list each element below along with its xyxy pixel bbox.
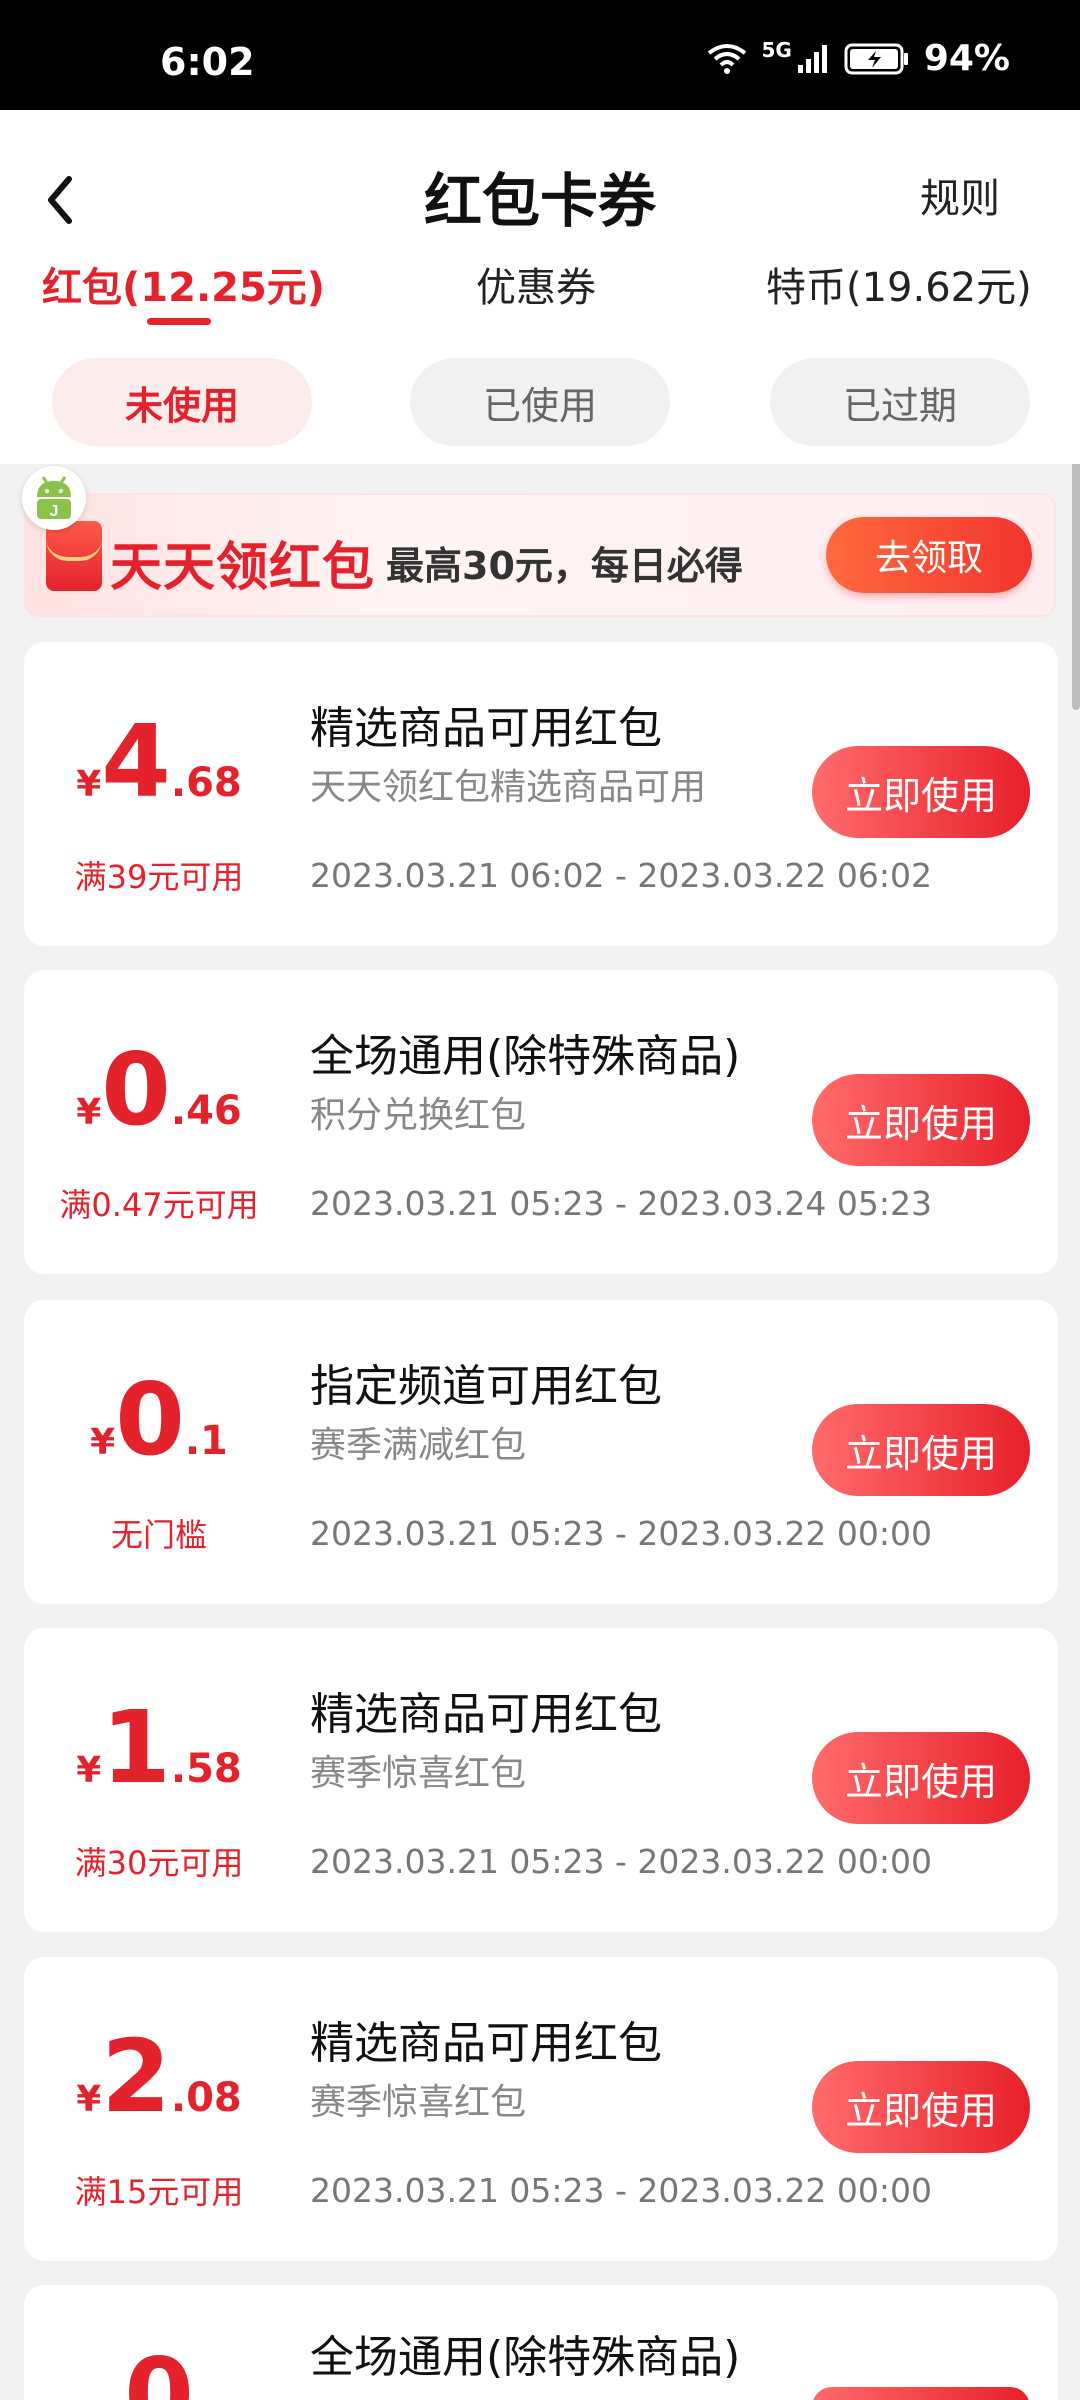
- coupon-title: 指定频道可用红包: [310, 1361, 662, 1412]
- coupon-card[interactable]: 0 全场通用(除特殊商品): [24, 2285, 1058, 2400]
- coupon-validity: 2023.03.21 05:23 - 2023.03.22 00:00: [310, 1514, 932, 1553]
- coupon-subtitle: 天天领红包精选商品可用: [310, 767, 707, 808]
- banner-subtitle: 最高30元，每日必得: [386, 544, 743, 588]
- page-title: 红包卡券: [423, 167, 656, 235]
- coupon-validity: 2023.03.21 05:23 - 2023.03.24 05:23: [310, 1184, 932, 1223]
- coupon-amount: ¥2.08: [24, 2027, 294, 2127]
- amount-decimal: .08: [170, 2075, 242, 2121]
- use-now-button[interactable]: 立即使用: [812, 746, 1030, 838]
- amount-decimal: .1: [184, 1418, 228, 1464]
- network-type: 5G: [761, 38, 792, 62]
- android-icon: J: [37, 476, 71, 520]
- coupon-threshold: 满0.47元可用: [59, 1186, 259, 1224]
- use-now-button[interactable]: 立即使用: [812, 1404, 1030, 1496]
- amount-integer: 0: [115, 1361, 185, 1478]
- svg-text:J: J: [50, 503, 59, 520]
- rules-link[interactable]: 规则: [920, 166, 1000, 224]
- amount-decimal: .68: [170, 760, 242, 806]
- coupon-validity: 2023.03.21 05:23 - 2023.03.22 00:00: [310, 2171, 932, 2210]
- claim-button[interactable]: 去领取: [826, 517, 1032, 593]
- filter-expired[interactable]: 已过期: [770, 358, 1030, 446]
- active-tab-indicator: [147, 318, 211, 325]
- tab-coupons[interactable]: 优惠券: [476, 255, 596, 313]
- filter-unused[interactable]: 未使用: [52, 358, 312, 446]
- coupon-title: 精选商品可用红包: [310, 1689, 662, 1740]
- coupon-title: 精选商品可用红包: [310, 703, 662, 754]
- currency-symbol: ¥: [76, 764, 102, 805]
- header: 红包卡券 规则 红包(12.25元) 优惠券 特币(19.62元) 未使用 已使…: [0, 110, 1080, 464]
- use-now-button[interactable]: 立即使用: [812, 1732, 1030, 1824]
- amount-decimal: .58: [170, 1746, 242, 1792]
- red-packet-icon: [46, 521, 102, 591]
- battery-icon: [844, 43, 908, 74]
- currency-symbol: ¥: [76, 1750, 102, 1791]
- coupon-threshold: 无门槛: [110, 1516, 207, 1554]
- amount-integer: 0: [124, 2336, 194, 2400]
- currency-symbol: ¥: [90, 1422, 116, 1463]
- coupon-validity: 2023.03.21 06:02 - 2023.03.22 06:02: [310, 856, 932, 895]
- currency-symbol: ¥: [76, 2079, 102, 2120]
- banner-title: 天天领红包: [110, 538, 376, 598]
- amount-decimal: .46: [170, 1088, 242, 1134]
- amount-integer: 0: [101, 1031, 171, 1148]
- filter-used[interactable]: 已使用: [410, 358, 670, 446]
- coupon-subtitle: 积分兑换红包: [310, 1095, 527, 1136]
- coupon-amount: ¥4.68: [24, 712, 294, 812]
- coupon-card[interactable]: ¥4.68 满39元可用 精选商品可用红包 天天领红包精选商品可用 2023.0…: [24, 642, 1058, 946]
- coupon-threshold: 满39元可用: [74, 858, 244, 896]
- coupon-amount: ¥0.1: [24, 1370, 294, 1470]
- coupon-card[interactable]: ¥0.46 满0.47元可用 全场通用(除特殊商品) 积分兑换红包 2023.0…: [24, 970, 1058, 1274]
- coupon-amount: 0: [24, 2345, 294, 2400]
- coupon-title: 全场通用(除特殊商品): [310, 2332, 741, 2383]
- coupon-card[interactable]: ¥2.08 满15元可用 精选商品可用红包 赛季惊喜红包 2023.03.21 …: [24, 1957, 1058, 2261]
- amount-integer: 1: [101, 1689, 171, 1806]
- coupon-title: 全场通用(除特殊商品): [310, 1031, 741, 1082]
- status-time: 6:02: [160, 40, 255, 84]
- coupon-threshold: 满15元可用: [74, 2173, 244, 2211]
- tab-red-packet[interactable]: 红包(12.25元): [42, 255, 325, 313]
- use-now-button[interactable]: 立即使用: [812, 1074, 1030, 1166]
- filter-bar: 未使用 已使用 已过期: [0, 358, 1080, 448]
- coupon-card[interactable]: ¥0.1 无门槛 指定频道可用红包 赛季满减红包 2023.03.21 05:2…: [24, 1300, 1058, 1604]
- battery-level: 94%: [923, 38, 1010, 79]
- signal-icon: [797, 44, 827, 73]
- amount-integer: 2: [101, 2018, 171, 2135]
- coupon-amount: ¥0.46: [24, 1040, 294, 1140]
- wifi-icon: [708, 43, 747, 74]
- currency-symbol: ¥: [76, 1092, 102, 1133]
- coupon-subtitle: 赛季惊喜红包: [310, 1753, 527, 1794]
- use-now-button[interactable]: [812, 2387, 1030, 2400]
- coupon-amount: ¥1.58: [24, 1698, 294, 1798]
- coupon-subtitle: 赛季满减红包: [310, 1425, 527, 1466]
- tab-bar: 红包(12.25元) 优惠券 特币(19.62元): [0, 255, 1080, 345]
- tab-special-coins[interactable]: 特币(19.62元): [766, 255, 1032, 313]
- floating-android-icon[interactable]: J: [22, 466, 86, 530]
- coupon-subtitle: 赛季惊喜红包: [310, 2082, 527, 2123]
- status-bar: 6:02 5G 94%: [0, 0, 1080, 110]
- coupon-card[interactable]: ¥1.58 满30元可用 精选商品可用红包 赛季惊喜红包 2023.03.21 …: [24, 1628, 1058, 1932]
- use-now-button[interactable]: 立即使用: [812, 2061, 1030, 2153]
- amount-integer: 4: [101, 703, 171, 820]
- status-icons: 5G 94%: [707, 38, 1010, 79]
- daily-red-packet-banner[interactable]: 天天领红包 最高30元，每日必得 去领取: [24, 493, 1056, 617]
- coupon-validity: 2023.03.21 05:23 - 2023.03.22 00:00: [310, 1842, 932, 1881]
- coupon-title: 精选商品可用红包: [310, 2018, 662, 2069]
- coupon-threshold: 满30元可用: [74, 1844, 244, 1882]
